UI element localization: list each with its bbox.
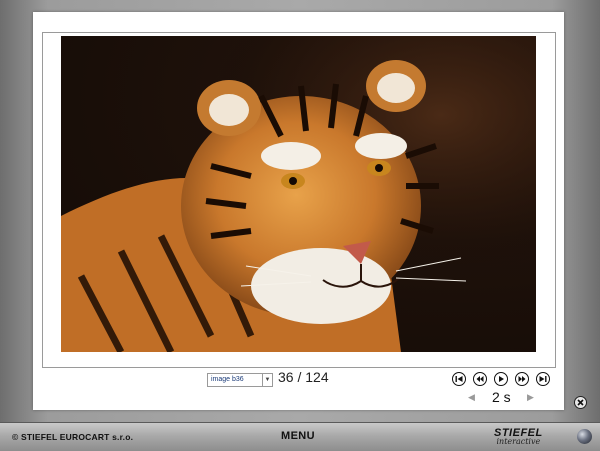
copyright-text: © STIEFEL EUROCART s.r.o. bbox=[12, 432, 134, 442]
play-icon bbox=[499, 376, 504, 382]
chevron-down-icon[interactable]: ▼ bbox=[262, 374, 272, 386]
rewind-icon bbox=[476, 376, 484, 382]
interval-decrease-icon[interactable]: ◀ bbox=[468, 392, 475, 403]
image-select[interactable]: image b36 ▼ bbox=[207, 373, 273, 387]
last-icon bbox=[539, 376, 547, 382]
footer-bar: © STIEFEL EUROCART s.r.o. MENU STIEFEL i… bbox=[0, 422, 600, 451]
fast-forward-button[interactable] bbox=[515, 372, 529, 386]
brand-logo: STIEFEL interactive bbox=[494, 428, 543, 446]
interval-increase-icon[interactable]: ▶ bbox=[527, 392, 534, 403]
slideshow-interval: 2 s bbox=[492, 389, 511, 405]
image-select-value: image b36 bbox=[211, 376, 244, 383]
first-icon bbox=[455, 376, 463, 382]
photo-frame bbox=[42, 32, 556, 368]
play-button[interactable] bbox=[494, 372, 508, 386]
brand-sub: interactive bbox=[496, 437, 541, 446]
rewind-button[interactable] bbox=[473, 372, 487, 386]
image-viewer: image b36 ▼ 36 / 124 ◀ 2 s ▶ bbox=[33, 12, 564, 410]
fast-forward-icon bbox=[518, 376, 526, 382]
menu-button[interactable]: MENU bbox=[281, 430, 315, 442]
last-button[interactable] bbox=[536, 372, 550, 386]
globe-icon[interactable] bbox=[577, 429, 592, 444]
first-button[interactable] bbox=[452, 372, 466, 386]
tiger-photo bbox=[61, 36, 536, 352]
image-counter: 36 / 124 bbox=[278, 369, 329, 385]
close-button[interactable] bbox=[574, 396, 587, 409]
close-icon bbox=[577, 399, 584, 406]
